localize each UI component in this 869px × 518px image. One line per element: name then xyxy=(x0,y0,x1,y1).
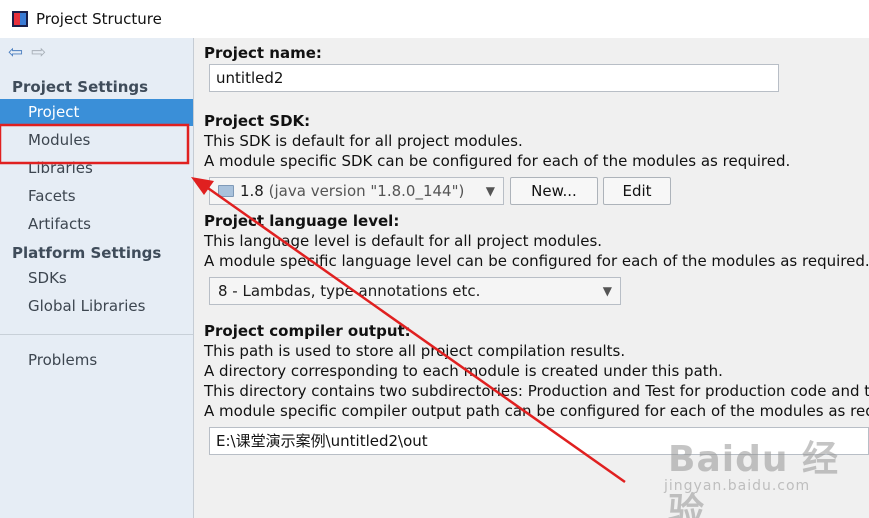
baidu-watermark: Baidu 经验 jingyan.baidu.com xyxy=(660,430,860,518)
project-sdk-label: Project SDK: xyxy=(204,112,311,130)
new-sdk-button[interactable]: New... xyxy=(510,177,598,205)
sidebar-item-modules[interactable]: Modules xyxy=(0,127,193,154)
title-bar: Project Structure xyxy=(0,0,869,38)
language-level-select[interactable]: 8 - Lambdas, type annotations etc. ▼ xyxy=(209,277,621,305)
compiler-output-description-4: A module specific compiler output path c… xyxy=(204,402,869,420)
language-level-description-1: This language level is default for all p… xyxy=(204,232,603,250)
compiler-output-label: Project compiler output: xyxy=(204,322,411,340)
language-level-description-2: A module specific language level can be … xyxy=(204,252,869,270)
project-sdk-select[interactable]: 1.8 (java version "1.8.0_144") ▼ xyxy=(209,177,504,205)
chevron-down-icon: ▼ xyxy=(485,184,495,198)
sidebar-item-problems[interactable]: Problems xyxy=(0,347,193,374)
watermark-url: jingyan.baidu.com xyxy=(664,478,811,494)
sidebar-item-libraries[interactable]: Libraries xyxy=(0,155,193,182)
sidebar-item-artifacts[interactable]: Artifacts xyxy=(0,211,193,238)
edit-sdk-button[interactable]: Edit xyxy=(603,177,671,205)
sidebar-item-facets[interactable]: Facets xyxy=(0,183,193,210)
navigation-arrows: ⇦ ⇨ xyxy=(8,43,46,63)
sidebar-item-global-libraries[interactable]: Global Libraries xyxy=(0,293,193,320)
window-title: Project Structure xyxy=(36,10,162,28)
sidebar-item-project[interactable]: Project xyxy=(0,99,193,126)
sdk-description-2: A module specific SDK can be configured … xyxy=(204,152,791,170)
sdk-description-1: This SDK is default for all project modu… xyxy=(204,132,523,150)
compiler-output-description-3: This directory contains two subdirectori… xyxy=(204,382,869,400)
watermark-brand: Baidu 经验 xyxy=(668,439,840,518)
sdk-version: 1.8 xyxy=(240,182,264,200)
compiler-output-description-1: This path is used to store all project c… xyxy=(204,342,626,360)
project-name-label: Project name: xyxy=(204,44,322,62)
chevron-down-icon: ▼ xyxy=(602,284,612,298)
forward-arrow-icon[interactable]: ⇨ xyxy=(31,43,46,63)
project-settings-heading: Project Settings xyxy=(12,78,149,96)
back-arrow-icon[interactable]: ⇦ xyxy=(8,43,23,63)
sidebar: ⇦ ⇨ Project Settings Project Modules Lib… xyxy=(0,38,194,518)
platform-settings-heading: Platform Settings xyxy=(12,244,162,262)
sdk-folder-icon xyxy=(218,185,234,197)
sidebar-divider xyxy=(0,334,193,335)
language-level-value: 8 - Lambdas, type annotations etc. xyxy=(218,282,481,300)
project-name-input[interactable]: untitled2 xyxy=(209,64,779,92)
sidebar-item-sdks[interactable]: SDKs xyxy=(0,265,193,292)
intellij-app-icon xyxy=(12,11,28,27)
compiler-output-description-2: A directory corresponding to each module… xyxy=(204,362,723,380)
sdk-version-detail: (java version "1.8.0_144") xyxy=(268,182,465,200)
language-level-label: Project language level: xyxy=(204,212,400,230)
